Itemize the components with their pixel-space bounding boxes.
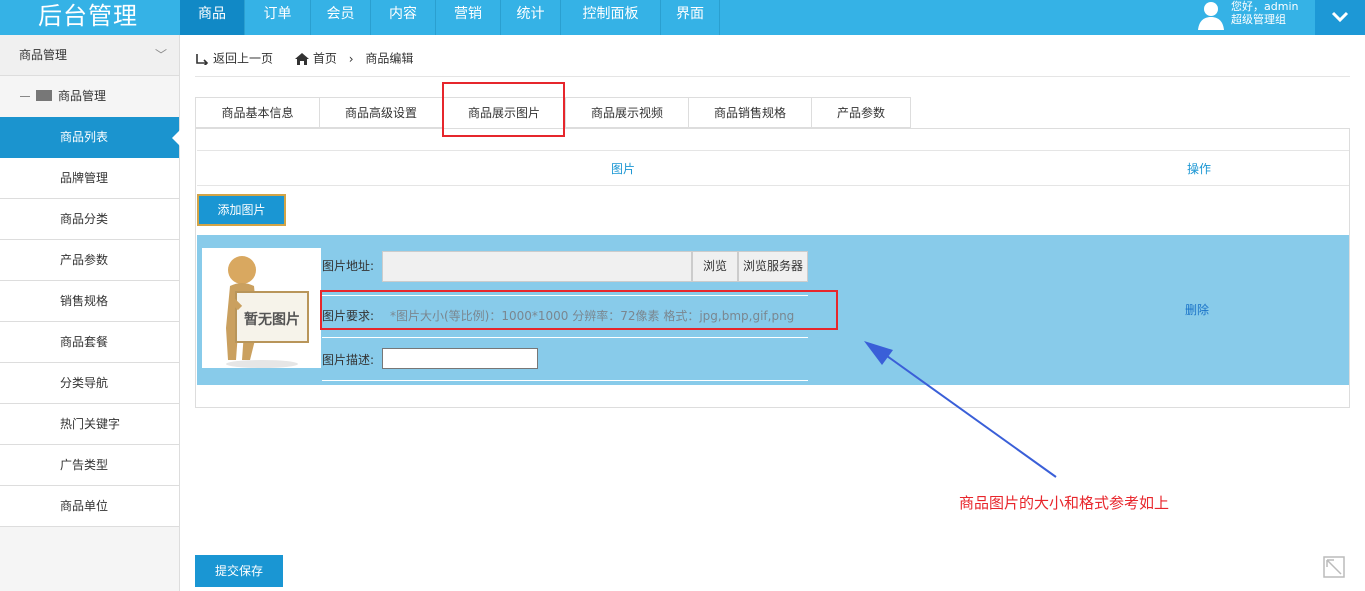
sidebar: 商品管理 ﹀ 商品管理 商品列表 品牌管理 商品分类 产品参数 销售规格 商品套… (0, 35, 180, 591)
sidebar-group-label: 商品管理 (19, 48, 68, 62)
chevron-down-icon (1331, 11, 1349, 23)
sidebar-item-goods-list[interactable]: 商品列表 (0, 117, 180, 158)
tab-highlight-box (442, 82, 565, 137)
nav-item-marketing[interactable]: 营销 (436, 0, 501, 35)
sidebar-item-categories[interactable]: 商品分类 (0, 199, 179, 240)
nav-item-stats[interactable]: 统计 (501, 0, 561, 35)
chevron-down-icon: ﹀ (154, 48, 167, 62)
placeholder-text: 暂无图片 (244, 311, 300, 328)
top-nav: 商品 订单 会员 内容 营销 统计 控制面板 界面 (180, 0, 720, 35)
user-greeting: 您好，admin (1231, 0, 1299, 13)
home-link[interactable]: 首页 (313, 52, 337, 66)
table-header: 图片 操作 (197, 150, 1349, 186)
nav-item-interface[interactable]: 界面 (661, 0, 720, 35)
tree-dash-icon (20, 96, 30, 97)
image-url-label: 图片地址: (322, 259, 375, 273)
user-role: 超级管理组 (1231, 13, 1286, 26)
submit-save-button[interactable]: 提交保存 (195, 555, 283, 587)
tab-product-params[interactable]: 产品参数 (811, 97, 911, 128)
back-arrow-icon (196, 53, 209, 67)
breadcrumb: 返回上一页 首页 › 商品编辑 (195, 35, 1350, 77)
sidebar-item-brands[interactable]: 品牌管理 (0, 158, 179, 199)
home-icon (294, 52, 309, 65)
column-header-action: 操作 (1186, 162, 1211, 176)
add-image-button[interactable]: 添加图片 (197, 194, 286, 226)
sidebar-item-category-nav[interactable]: 分类导航 (0, 363, 179, 404)
user-avatar-icon (1198, 2, 1224, 30)
user-menu-button[interactable] (1315, 0, 1365, 35)
annotation-note: 商品图片的大小和格式参考如上 (959, 494, 1170, 512)
sidebar-subgroup-label: 商品管理 (58, 89, 107, 103)
user-info[interactable]: 您好，admin 超级管理组 (1197, 0, 1315, 35)
resize-corner-icon[interactable] (1323, 556, 1345, 578)
tab-sales-specs[interactable]: 商品销售规格 (688, 97, 811, 128)
tab-advanced-settings[interactable]: 商品高级设置 (319, 97, 442, 128)
breadcrumb-current: 商品编辑 (365, 51, 414, 66)
image-description-label: 图片描述: (322, 353, 375, 367)
image-url-row: 图片地址: 浏览 浏览服务器 (322, 251, 808, 284)
nav-item-goods[interactable]: 商品 (180, 0, 245, 35)
app-title: 后台管理 (38, 2, 138, 30)
sidebar-item-params[interactable]: 产品参数 (0, 240, 179, 281)
sidebar-group-goods[interactable]: 商品管理 ﹀ (0, 35, 179, 76)
nav-item-orders[interactable]: 订单 (245, 0, 311, 35)
sidebar-subgroup-goods[interactable]: 商品管理 (0, 76, 179, 117)
top-bar: 后台管理 商品 订单 会员 内容 营销 统计 控制面板 界面 您好，admin … (0, 0, 1365, 35)
sidebar-item-specs[interactable]: 销售规格 (0, 281, 179, 322)
nav-item-control-panel[interactable]: 控制面板 (561, 0, 661, 35)
sidebar-item-ad-types[interactable]: 广告类型 (0, 445, 179, 486)
image-url-input[interactable] (382, 251, 692, 282)
browse-server-button[interactable]: 浏览服务器 (738, 251, 808, 282)
browse-button[interactable]: 浏览 (692, 251, 738, 282)
sidebar-item-packages[interactable]: 商品套餐 (0, 322, 179, 363)
breadcrumb-separator-icon: › (348, 51, 354, 66)
image-description-input[interactable] (382, 348, 538, 369)
image-description-row: 图片描述: (322, 337, 808, 381)
column-header-image: 图片 (610, 162, 635, 176)
folder-icon (36, 90, 52, 101)
back-link[interactable]: 返回上一页 (213, 52, 273, 66)
delete-link[interactable]: 删除 (1185, 301, 1209, 318)
sidebar-item-units[interactable]: 商品单位 (0, 486, 179, 527)
requirements-highlight-box (320, 290, 838, 330)
figure-holding-sign-icon: 暂无图片 (226, 256, 309, 368)
tab-display-video[interactable]: 商品展示视频 (565, 97, 688, 128)
sidebar-item-hot-keywords[interactable]: 热门关键字 (0, 404, 179, 445)
nav-item-members[interactable]: 会员 (311, 0, 371, 35)
tab-basic-info[interactable]: 商品基本信息 (195, 97, 319, 128)
no-image-placeholder: 暂无图片 (202, 248, 321, 368)
nav-item-content[interactable]: 内容 (371, 0, 436, 35)
